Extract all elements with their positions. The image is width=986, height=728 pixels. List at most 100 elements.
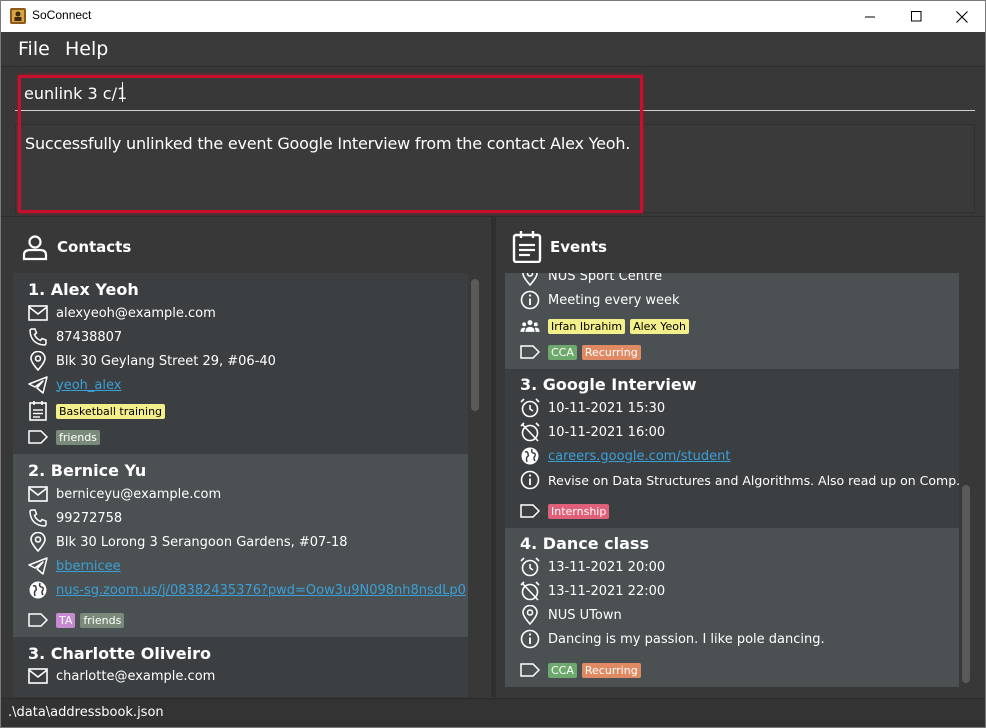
events-scroll-thumb[interactable]: [962, 485, 970, 683]
event-name: 3. Google Interview: [520, 375, 697, 394]
app-window: SoConnect File Help Successfully unlinke…: [0, 0, 986, 728]
events-panel: Events NUS Sport Centre Meeting every we…: [496, 217, 985, 697]
telegram-icon: [28, 556, 48, 576]
contact-email: alexyeoh@example.com: [56, 305, 216, 321]
contact-name: 1. Alex Yeoh: [28, 280, 139, 299]
command-input[interactable]: [15, 77, 975, 111]
event-description: Meeting every week: [548, 292, 680, 308]
info-icon: [520, 290, 540, 310]
text-caret: [122, 82, 123, 102]
contact-name: 3. Charlotte Oliveiro: [28, 644, 212, 663]
alarm-off-icon: [520, 581, 540, 601]
close-button[interactable]: [939, 1, 985, 32]
linked-event-tag[interactable]: Basketball training: [56, 403, 166, 419]
contact-phone: 87438807: [56, 329, 123, 345]
info-icon: [520, 629, 540, 649]
contact-name: 2. Bernice Yu: [28, 461, 147, 480]
contacts-scroll-thumb[interactable]: [471, 279, 479, 411]
contact-email-row: alexyeoh@example.com: [28, 302, 216, 324]
contacts-title: Contacts: [57, 238, 132, 256]
contact-address-row: Blk 30 Geylang Street 29, #06-40: [28, 350, 276, 372]
location-icon: [520, 605, 540, 625]
contact-email-row: charlotte@example.com: [28, 665, 215, 687]
event-description: Revise on Data Structures and Algorithms…: [548, 472, 959, 488]
contact-phone-row: 99272758: [28, 507, 122, 529]
events-scrollbar[interactable]: [962, 273, 970, 687]
mail-icon: [28, 666, 48, 686]
events-header: Events: [512, 231, 607, 263]
contact-zoom-row: nus-sg.zoom.us/j/08382435376?pwd=Oow3u9N…: [28, 579, 466, 601]
mail-icon: [28, 484, 48, 504]
event-tags-row: CCA Recurring: [520, 659, 646, 681]
event-end-row: 13-11-2021 22:00: [520, 580, 665, 602]
menu-bar: File Help: [1, 32, 985, 67]
result-display: Successfully unlinked the event Google I…: [15, 124, 975, 213]
globe-icon: [28, 580, 48, 600]
location-icon: [520, 273, 540, 286]
event-card[interactable]: 3. Google Interview 10-11-2021 15:30 10-…: [505, 369, 959, 528]
alarm-icon: [520, 398, 540, 418]
event-list[interactable]: NUS Sport Centre Meeting every week Irfa…: [505, 273, 959, 687]
contact-card[interactable]: 2. Bernice Yu berniceyu@example.com 9927…: [13, 454, 468, 637]
info-icon: [520, 470, 540, 490]
event-description: Dancing is my passion. I like pole danci…: [548, 631, 825, 647]
event-start-time: 10-11-2021 15:30: [548, 400, 666, 416]
group-icon: [520, 316, 540, 336]
tag-label: Recurring: [581, 662, 641, 678]
participant-tag[interactable]: Alex Yeoh: [630, 318, 689, 334]
tag-icon: [520, 342, 540, 362]
event-description-row: Meeting every week: [520, 289, 680, 311]
tag-label: CCA: [548, 662, 577, 678]
event-address: NUS UTown: [548, 607, 622, 623]
tag-icon: [28, 610, 48, 630]
event-address: NUS Sport Centre: [548, 273, 663, 284]
maximize-icon: [910, 11, 921, 22]
event-zoom-row: careers.google.com/student: [520, 445, 730, 467]
telegram-icon: [28, 375, 48, 395]
tag-label: CCA: [548, 344, 577, 360]
phone-icon: [28, 508, 48, 528]
participant-tag[interactable]: Irfan Ibrahim: [548, 318, 626, 334]
contact-zoom-link[interactable]: nus-sg.zoom.us/j/08382435376?pwd=Oow3u9N…: [56, 583, 466, 598]
location-icon: [28, 532, 48, 552]
event-start-row: 13-11-2021 20:00: [520, 556, 665, 578]
menu-file[interactable]: File: [18, 38, 50, 60]
contact-list[interactable]: 1. Alex Yeoh alexyeoh@example.com 874388…: [13, 273, 468, 697]
event-address-row: NUS UTown: [520, 604, 622, 626]
event-description-row: Revise on Data Structures and Algorithms…: [520, 469, 959, 491]
minimize-button[interactable]: [847, 1, 893, 32]
contact-telegram-link[interactable]: yeoh_alex: [56, 378, 121, 393]
contact-telegram-row: bbernicee: [28, 555, 121, 577]
title-bar: SoConnect: [1, 1, 985, 32]
menu-help[interactable]: Help: [65, 38, 108, 60]
event-zoom-link[interactable]: careers.google.com/student: [548, 449, 730, 464]
window-title: SoConnect: [32, 8, 92, 22]
contact-card[interactable]: 1. Alex Yeoh alexyeoh@example.com 874388…: [13, 273, 468, 454]
calendar-icon: [512, 231, 542, 263]
tag-icon: [28, 427, 48, 447]
contact-tags-row: TA friends: [28, 609, 129, 631]
contact-phone: 99272758: [56, 510, 123, 526]
event-start-time: 13-11-2021 20:00: [548, 559, 666, 575]
contact-phone-row: 87438807: [28, 326, 122, 348]
contacts-scrollbar[interactable]: [471, 273, 479, 697]
status-bar: .\data\addressbook.json: [1, 698, 985, 727]
contact-address: Blk 30 Lorong 3 Serangoon Gardens, #07-1…: [56, 534, 348, 550]
person-icon: [22, 235, 48, 261]
mail-icon: [28, 303, 48, 323]
tag-label: TA: [56, 612, 76, 628]
contact-address: Blk 30 Geylang Street 29, #06-40: [56, 353, 276, 369]
alarm-icon: [520, 557, 540, 577]
event-card[interactable]: NUS Sport Centre Meeting every week Irfa…: [505, 273, 959, 369]
contact-email: berniceyu@example.com: [56, 486, 222, 502]
contact-telegram-link[interactable]: bbernicee: [56, 559, 121, 574]
contact-card[interactable]: 3. Charlotte Oliveiro charlotte@example.…: [13, 637, 468, 697]
event-end-time: 10-11-2021 16:00: [548, 424, 666, 440]
tag-label: friends: [56, 429, 100, 445]
contact-address-row: Blk 30 Lorong 3 Serangoon Gardens, #07-1…: [28, 531, 348, 553]
event-card[interactable]: 4. Dance class 13-11-2021 20:00 13-11-20…: [505, 528, 959, 687]
tag-icon: [520, 660, 540, 680]
event-name: 4. Dance class: [520, 534, 649, 553]
event-description-row: Dancing is my passion. I like pole danci…: [520, 628, 825, 650]
maximize-button[interactable]: [893, 1, 939, 32]
